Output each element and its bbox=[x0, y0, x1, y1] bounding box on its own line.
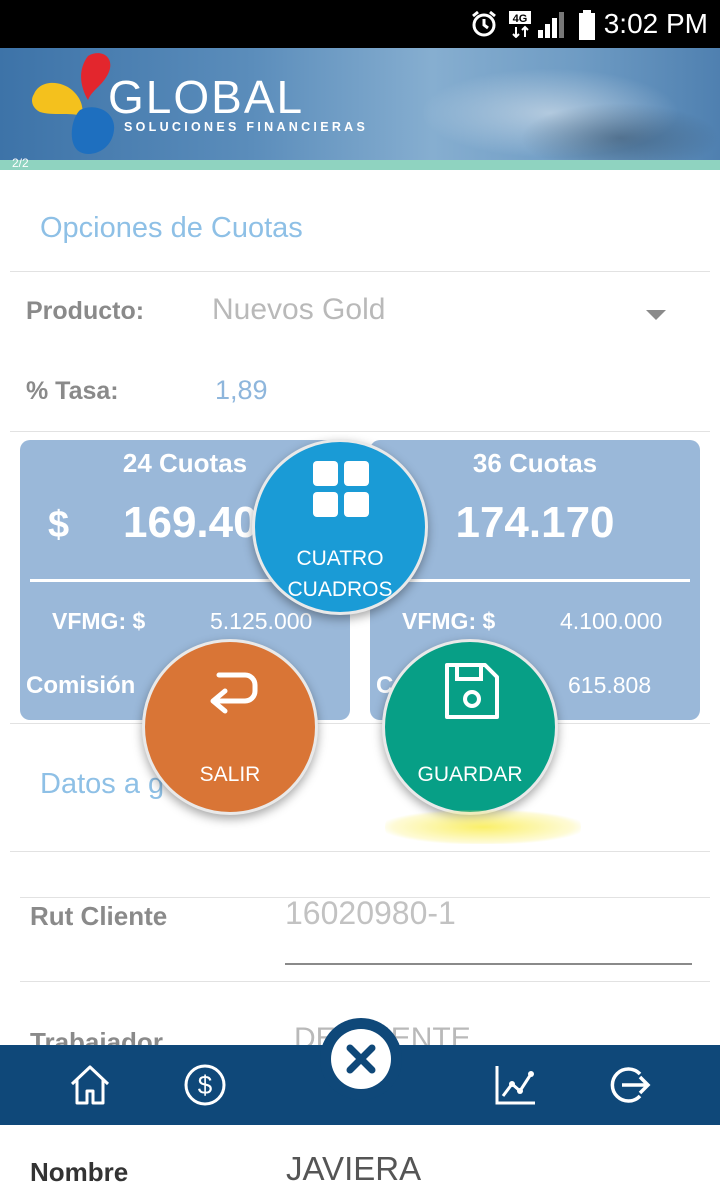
card-comision-label: Comisión bbox=[26, 672, 136, 699]
card-vfmg-label: VFMG: $ bbox=[402, 608, 496, 634]
divider bbox=[10, 431, 710, 432]
card-comision-value: 615.808 bbox=[568, 672, 652, 698]
producto-select[interactable]: Nuevos Gold bbox=[205, 285, 685, 341]
close-menu-button[interactable] bbox=[320, 1018, 402, 1100]
nombre-label: Nombre bbox=[30, 1157, 129, 1187]
chart-icon[interactable] bbox=[492, 1062, 538, 1108]
card-vfmg-label: VFMG: $ bbox=[52, 608, 146, 634]
producto-label: Producto: bbox=[26, 297, 145, 325]
brand-name: GLOBAL bbox=[108, 71, 305, 123]
logout-icon[interactable] bbox=[606, 1062, 652, 1108]
card-vfmg-value: 5.125.000 bbox=[210, 608, 313, 634]
salir-label: SALIR bbox=[199, 763, 261, 786]
dollar-icon[interactable]: $ bbox=[182, 1062, 228, 1108]
svg-text:$: $ bbox=[198, 1070, 213, 1100]
app-header: GLOBAL SOLUCIONES FINANCIERAS bbox=[0, 48, 720, 160]
producto-value: Nuevos Gold bbox=[212, 293, 386, 326]
rut-input[interactable]: 16020980-1 bbox=[285, 893, 692, 965]
rut-value: 16020980-1 bbox=[285, 895, 456, 931]
cuatro-label-line2: CUADROS bbox=[287, 578, 393, 601]
status-time: 3:02 PM bbox=[603, 8, 708, 39]
cuatro-cuadros-button[interactable]: CUATRO CUADROS bbox=[252, 439, 428, 615]
signal-icon bbox=[538, 12, 564, 38]
close-icon bbox=[346, 1044, 376, 1074]
battery-icon bbox=[579, 10, 595, 40]
svg-text:4G: 4G bbox=[513, 13, 528, 25]
section-title-cuotas: Opciones de Cuotas bbox=[40, 212, 303, 244]
grid-icon bbox=[313, 461, 369, 517]
close-button-face bbox=[331, 1029, 391, 1089]
chevron-down-icon bbox=[646, 310, 666, 320]
guardar-label: GUARDAR bbox=[417, 763, 523, 786]
touch-highlight bbox=[385, 810, 581, 844]
rut-label: Rut Cliente bbox=[30, 901, 168, 931]
guardar-button[interactable]: GUARDAR bbox=[382, 639, 558, 815]
card-amount: 169.40 bbox=[123, 498, 258, 547]
return-icon bbox=[210, 672, 258, 714]
nombre-value: JAVIERA bbox=[286, 1150, 422, 1187]
page-indicator: 2/2 bbox=[12, 156, 29, 170]
tasa-label: % Tasa: bbox=[26, 377, 119, 405]
network-4g-icon: 4G bbox=[509, 11, 531, 38]
divider bbox=[20, 981, 710, 982]
card-divider bbox=[380, 579, 690, 582]
header-accent-line bbox=[0, 160, 720, 170]
salir-button[interactable]: SALIR bbox=[142, 639, 318, 815]
divider bbox=[10, 851, 710, 852]
divider bbox=[10, 723, 710, 724]
card-currency: $ bbox=[48, 504, 70, 546]
divider bbox=[10, 271, 710, 272]
brand-subtitle: SOLUCIONES FINANCIERAS bbox=[124, 120, 369, 134]
header-background-shadow bbox=[520, 103, 720, 160]
card-cuotas-label: 36 Cuotas bbox=[472, 448, 598, 478]
save-icon bbox=[445, 663, 499, 719]
card-vfmg-value: 4.100.000 bbox=[560, 608, 663, 634]
alarm-icon bbox=[472, 10, 496, 37]
cuatro-label-line1: CUATRO bbox=[296, 547, 384, 570]
status-bar: 4G 3:02 PM bbox=[0, 0, 720, 48]
home-icon[interactable] bbox=[67, 1062, 113, 1108]
tasa-value: 1,89 bbox=[215, 375, 268, 405]
